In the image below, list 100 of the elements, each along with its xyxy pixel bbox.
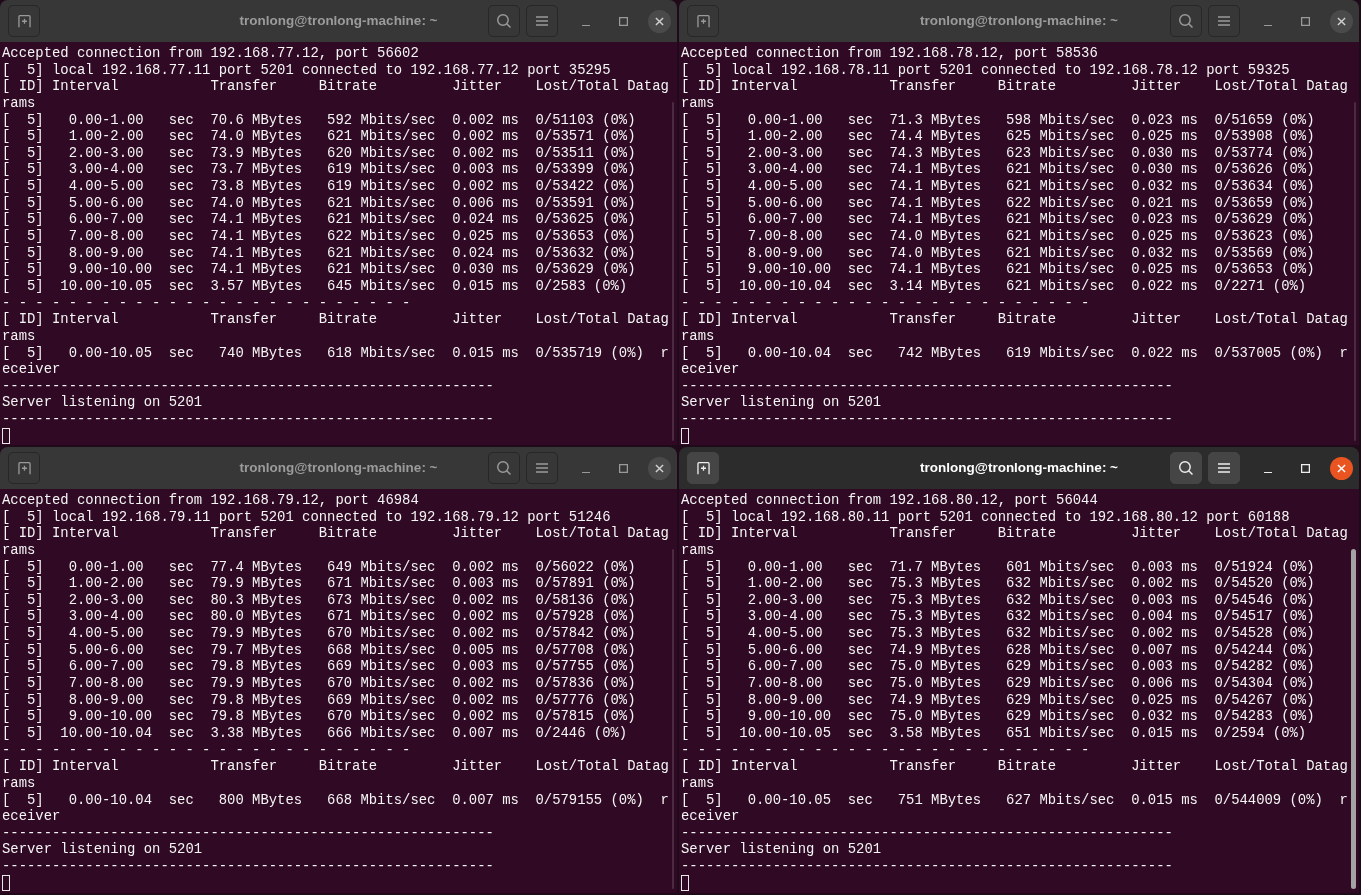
terminal-line: [ 5] 8.00-9.00 sec 79.8 MBytes 669 Mbits/sec 0.002 ms 0/57776 (0%) bbox=[2, 691, 636, 709]
terminal-line: [ 5] 9.00-10.00 sec 79.8 MBytes 670 Mbits/sec 0.002 ms 0/57815 (0%) bbox=[2, 708, 636, 725]
terminal-line: [ 5] 6.00-7.00 sec 74.1 MBytes 621 Mbits/sec 0.024 ms 0/53625 (0%) bbox=[2, 211, 636, 229]
terminal-line: [ 5] 2.00-3.00 sec 80.3 MBytes 673 Mbits/sec 0.002 ms 0/58136 (0%) bbox=[2, 591, 636, 609]
terminal-line: [ 5] 1.00-2.00 sec 75.3 MBytes 632 Mbits/sec 0.002 ms 0/54520 (0%) bbox=[681, 575, 1315, 592]
terminal-line: ----------------------------------------------------------- bbox=[2, 411, 494, 428]
menu-icon bbox=[536, 16, 548, 26]
terminal-line: rams bbox=[2, 541, 36, 559]
terminal-line: [ 5] 2.00-3.00 sec 75.3 MBytes 632 Mbits/sec 0.003 ms 0/54546 (0%) bbox=[681, 591, 1315, 609]
terminal-line: [ 5] 10.00-10.04 sec 3.14 MBytes 621 Mbits/sec 0.022 ms 0/2271 (0%) bbox=[681, 277, 1307, 295]
text-cursor-icon bbox=[2, 428, 10, 445]
terminal-line: ----------------------------------------------------------- bbox=[681, 411, 1173, 428]
terminal-line: [ 5] 4.00-5.00 sec 79.9 MBytes 670 Mbits/sec 0.002 ms 0/57842 (0%) bbox=[2, 625, 636, 642]
close-button[interactable] bbox=[648, 456, 671, 480]
terminal-line: [ 5] local 192.168.79.11 port 5201 connected to 192.168.79.12 port 51246 bbox=[2, 508, 611, 526]
search-button[interactable] bbox=[1170, 5, 1202, 37]
terminal-line: - - - - - - - - - - - - - - - - - - - - - - - - - bbox=[681, 294, 1090, 312]
terminal-line: [ 5] 1.00-2.00 sec 74.0 MBytes 621 Mbits/sec 0.002 ms 0/53571 (0%) bbox=[2, 128, 636, 145]
terminal-line: [ 5] 8.00-9.00 sec 74.0 MBytes 621 Mbits/sec 0.032 ms 0/53569 (0%) bbox=[681, 244, 1315, 262]
window-title: tronlong@tronlong-machine: ~ bbox=[920, 11, 1118, 30]
close-icon bbox=[655, 463, 664, 473]
scrollbar-thumb[interactable] bbox=[1354, 102, 1356, 441]
close-icon bbox=[1337, 16, 1346, 26]
terminal-line: [ 5] 0.00-1.00 sec 71.7 MBytes 601 Mbits/sec 0.003 ms 0/51924 (0%) bbox=[681, 558, 1315, 576]
terminal-line: [ ID] Interval Transfer Bitrate Jitter Lost/Total Datag bbox=[681, 758, 1348, 775]
new-tab-button[interactable] bbox=[687, 452, 719, 484]
terminal-line: [ 5] 0.00-1.00 sec 71.3 MBytes 598 Mbits/sec 0.023 ms 0/51659 (0%) bbox=[681, 111, 1315, 129]
terminal-line: [ 5] 0.00-10.05 sec 751 MBytes 627 Mbits/sec 0.015 ms 0/544009 (0%) r bbox=[681, 791, 1348, 809]
minimize-icon bbox=[1264, 24, 1272, 26]
scrollbar-thumb[interactable] bbox=[1351, 549, 1356, 889]
terminal-line: Server listening on 5201 bbox=[681, 841, 882, 859]
terminal-line: [ ID] Interval Transfer Bitrate Jitter Lost/Total Datag bbox=[2, 311, 669, 328]
terminal-line: [ 5] 2.00-3.00 sec 73.9 MBytes 620 Mbits/sec 0.002 ms 0/53511 (0%) bbox=[2, 144, 636, 162]
terminal-line: rams bbox=[2, 94, 36, 112]
terminal-line: [ 5] 7.00-8.00 sec 79.9 MBytes 670 Mbits/sec 0.002 ms 0/57836 (0%) bbox=[2, 675, 636, 692]
close-button[interactable] bbox=[1330, 9, 1353, 33]
terminal-line: [ 5] 3.00-4.00 sec 73.7 MBytes 619 Mbits/sec 0.003 ms 0/53399 (0%) bbox=[2, 161, 636, 179]
new-tab-button[interactable] bbox=[687, 5, 719, 37]
scrollbar-thumb[interactable] bbox=[672, 549, 674, 889]
terminal-line: rams bbox=[681, 327, 715, 345]
terminal-line: - - - - - - - - - - - - - - - - - - - - - - - - - bbox=[2, 294, 411, 312]
text-cursor-icon bbox=[681, 875, 689, 892]
tab-plus-icon bbox=[696, 461, 710, 475]
terminal-line: [ ID] Interval Transfer Bitrate Jitter Lost/Total Datag bbox=[681, 311, 1348, 328]
terminal-line: Accepted connection from 192.168.80.12, port 56044 bbox=[681, 492, 1098, 509]
search-button[interactable] bbox=[1170, 452, 1202, 484]
terminal-line: [ 5] 0.00-1.00 sec 70.6 MBytes 592 Mbits/sec 0.002 ms 0/51103 (0%) bbox=[2, 111, 636, 129]
terminal-line: [ 5] 0.00-1.00 sec 77.4 MBytes 649 Mbits/sec 0.002 ms 0/56022 (0%) bbox=[2, 558, 636, 576]
terminal-line: [ 5] 5.00-6.00 sec 74.0 MBytes 621 Mbits/sec 0.006 ms 0/53591 (0%) bbox=[2, 194, 636, 212]
terminal-line: [ 5] 10.00-10.04 sec 3.38 MBytes 666 Mbits/sec 0.007 ms 0/2446 (0%) bbox=[2, 724, 628, 742]
terminal-line: [ ID] Interval Transfer Bitrate Jitter Lost/Total Datag bbox=[2, 525, 669, 542]
terminal-line: [ 5] 1.00-2.00 sec 79.9 MBytes 671 Mbits/sec 0.003 ms 0/57891 (0%) bbox=[2, 575, 636, 592]
terminal-line: Accepted connection from 192.168.79.12, port 46984 bbox=[2, 492, 419, 509]
menu-icon bbox=[1218, 463, 1230, 473]
terminal-line: ----------------------------------------------------------- bbox=[2, 377, 494, 395]
terminal-line: [ 5] 7.00-8.00 sec 75.0 MBytes 629 Mbits/sec 0.006 ms 0/54304 (0%) bbox=[681, 675, 1315, 692]
close-button[interactable] bbox=[648, 9, 671, 33]
terminal-line: rams bbox=[681, 774, 715, 792]
terminal-line: [ 5] 6.00-7.00 sec 74.1 MBytes 621 Mbits/sec 0.023 ms 0/53629 (0%) bbox=[681, 211, 1315, 229]
terminal-line: Accepted connection from 192.168.78.12, port 58536 bbox=[681, 45, 1098, 62]
terminal-line: [ 5] 7.00-8.00 sec 74.1 MBytes 622 Mbits/sec 0.025 ms 0/53653 (0%) bbox=[2, 228, 636, 245]
terminal-line: Server listening on 5201 bbox=[2, 394, 203, 412]
close-button[interactable] bbox=[1330, 456, 1353, 480]
menu-icon bbox=[1218, 16, 1230, 26]
terminal-line: [ 5] 4.00-5.00 sec 74.1 MBytes 621 Mbits/sec 0.032 ms 0/53634 (0%) bbox=[681, 178, 1315, 195]
terminal-line: [ ID] Interval Transfer Bitrate Jitter Lost/Total Datag bbox=[681, 525, 1348, 542]
new-tab-button[interactable] bbox=[8, 452, 40, 484]
terminal-line: eceiver bbox=[681, 808, 740, 825]
terminal-line: [ 5] local 192.168.77.11 port 5201 connected to 192.168.77.12 port 35295 bbox=[2, 61, 611, 79]
search-icon bbox=[497, 461, 511, 475]
search-button[interactable] bbox=[488, 452, 520, 484]
terminal-line: [ 5] 3.00-4.00 sec 75.3 MBytes 632 Mbits/sec 0.004 ms 0/54517 (0%) bbox=[681, 608, 1315, 626]
terminal-line: [ 5] 8.00-9.00 sec 74.1 MBytes 621 Mbits/sec 0.024 ms 0/53632 (0%) bbox=[2, 244, 636, 262]
terminal-line: ----------------------------------------------------------- bbox=[2, 858, 494, 875]
terminal-line: eceiver bbox=[2, 361, 61, 378]
terminal-line: [ 5] 6.00-7.00 sec 75.0 MBytes 629 Mbits/sec 0.003 ms 0/54282 (0%) bbox=[681, 658, 1315, 676]
maximize-icon bbox=[1300, 463, 1310, 473]
terminal-line: ----------------------------------------------------------- bbox=[2, 824, 494, 842]
maximize-icon bbox=[1300, 16, 1310, 26]
terminal-line: eceiver bbox=[681, 361, 740, 378]
window-title: tronlong@tronlong-machine: ~ bbox=[239, 458, 438, 477]
menu-button[interactable] bbox=[526, 452, 558, 484]
menu-button[interactable] bbox=[526, 5, 558, 37]
menu-button[interactable] bbox=[1208, 5, 1240, 37]
search-icon bbox=[1179, 14, 1193, 28]
terminal-line: [ ID] Interval Transfer Bitrate Jitter Lost/Total Datag bbox=[2, 758, 669, 775]
terminal-line: [ 5] 9.00-10.00 sec 75.0 MBytes 629 Mbits/sec 0.032 ms 0/54283 (0%) bbox=[681, 708, 1315, 725]
tab-plus-icon bbox=[17, 461, 31, 475]
scrollbar-thumb[interactable] bbox=[672, 102, 674, 441]
terminal-line: [ 5] 0.00-10.04 sec 742 MBytes 619 Mbits/sec 0.022 ms 0/537005 (0%) r bbox=[681, 344, 1348, 362]
new-tab-button[interactable] bbox=[8, 5, 40, 37]
terminal-line: [ 5] 3.00-4.00 sec 74.1 MBytes 621 Mbits/sec 0.030 ms 0/53626 (0%) bbox=[681, 161, 1315, 179]
menu-button[interactable] bbox=[1208, 452, 1240, 484]
maximize-icon bbox=[618, 16, 628, 26]
search-button[interactable] bbox=[488, 5, 520, 37]
terminal-line: [ 5] 3.00-4.00 sec 80.0 MBytes 671 Mbits/sec 0.002 ms 0/57928 (0%) bbox=[2, 608, 636, 626]
terminal-line: [ 5] local 192.168.78.11 port 5201 connected to 192.168.78.12 port 59325 bbox=[681, 61, 1290, 79]
minimize-icon bbox=[582, 471, 590, 473]
search-icon bbox=[1179, 461, 1193, 475]
terminal-line: [ 5] 5.00-6.00 sec 74.1 MBytes 622 Mbits/sec 0.021 ms 0/53659 (0%) bbox=[681, 194, 1315, 212]
